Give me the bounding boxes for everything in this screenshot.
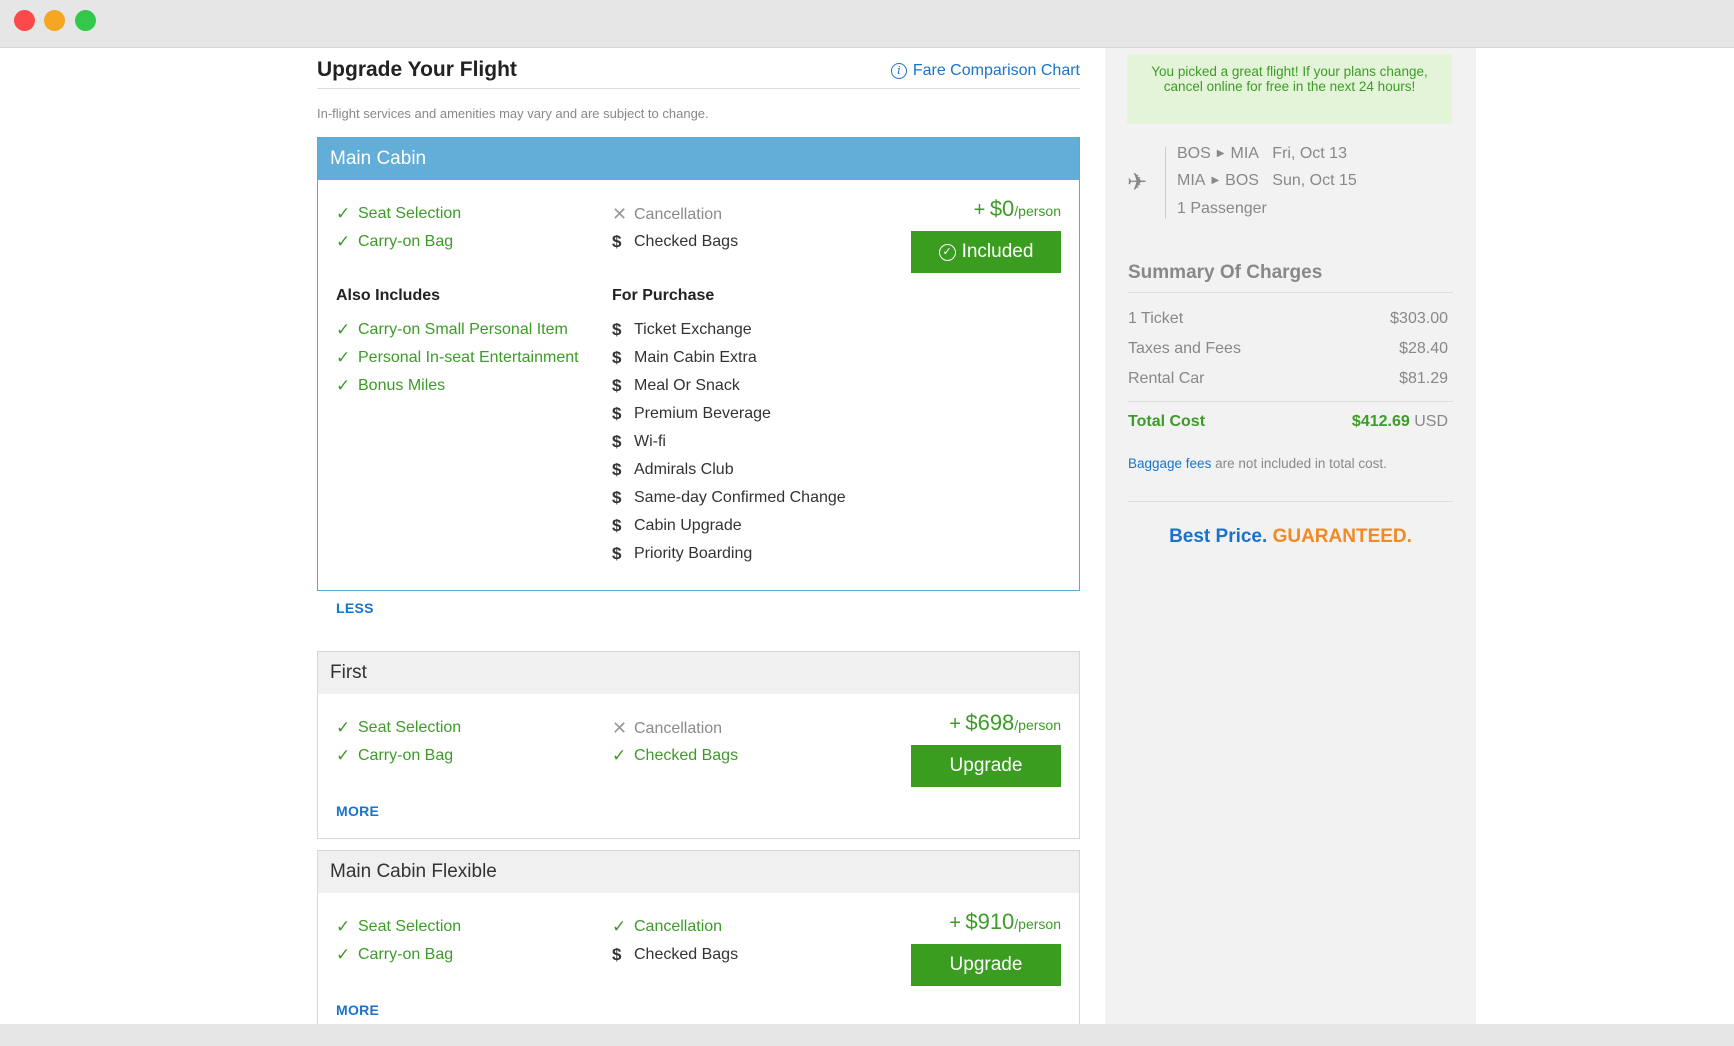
feature-checked-bags: ✓ Checked Bags — [612, 746, 739, 765]
title-divider — [317, 88, 1080, 89]
check-icon: ✓ — [336, 204, 351, 223]
x-icon: ✕ — [612, 204, 628, 224]
fare-price: + $698/person — [949, 710, 1061, 735]
close-window-button[interactable] — [14, 10, 35, 31]
check-icon: ✓ — [336, 917, 351, 936]
charge-row: Rental Car $81.29 — [1128, 370, 1448, 387]
fare-card-first: First ✓ Seat Selection ✓ Carry-on Bag ✕ Can… — [317, 651, 1080, 839]
feature-carry-on-bag: ✓ Carry-on Bag — [336, 746, 454, 765]
dollar-icon: $ — [612, 432, 622, 451]
guarantee-divider — [1128, 501, 1453, 502]
dollar-icon: $ — [612, 544, 622, 563]
feature-seat-selection: ✓ Seat Selection — [336, 204, 462, 223]
list-item: $ Cabin Upgrade — [612, 516, 742, 535]
window-bottom-bar — [0, 1024, 1734, 1046]
fare-price: + $0/person — [973, 196, 1061, 221]
feature-carry-on-bag: ✓ Carry-on Bag — [336, 945, 454, 964]
upgrade-button[interactable]: Upgrade — [911, 944, 1061, 986]
for-purchase-heading: For Purchase — [612, 287, 715, 304]
more-link[interactable]: MORE — [336, 803, 379, 819]
minimize-window-button[interactable] — [44, 10, 65, 31]
circle-check-icon: ✓ — [938, 243, 956, 261]
info-icon: i — [890, 63, 907, 79]
included-button[interactable]: ✓ Included — [911, 231, 1061, 273]
arrow-right-icon: ▶ — [1216, 148, 1225, 160]
dollar-icon: $ — [612, 516, 622, 535]
check-icon: ✓ — [336, 348, 351, 367]
dollar-icon: $ — [612, 404, 622, 423]
total-cost-row: Total Cost $412.69 USD — [1128, 413, 1448, 430]
itinerary-divider — [1165, 147, 1166, 219]
dollar-icon: $ — [612, 488, 622, 507]
fare-card-main-cabin-flexible: Main Cabin Flexible ✓ Seat Selection ✓ Car… — [317, 850, 1080, 1024]
check-icon: ✓ — [336, 320, 351, 339]
feature-seat-selection: ✓ Seat Selection — [336, 718, 462, 737]
list-item: $ Premium Beverage — [612, 404, 771, 423]
itinerary-leg-return: MIA ▶ BOS Sun, Oct 15 — [1177, 172, 1357, 189]
upgrade-panel: Upgrade Your Flight i Fare Comparison Ch… — [317, 48, 1080, 1024]
window-titlebar — [0, 0, 1734, 48]
also-includes-heading: Also Includes — [336, 287, 441, 304]
maximize-window-button[interactable] — [75, 10, 96, 31]
check-icon: ✓ — [612, 746, 627, 765]
dollar-icon: $ — [612, 376, 622, 395]
feature-cancellation: ✕ Cancellation — [612, 718, 723, 738]
list-item: $ Same-day Confirmed Change — [612, 488, 846, 507]
feature-checked-bags: $ Checked Bags — [612, 232, 739, 251]
list-item: $ Meal Or Snack — [612, 376, 740, 395]
itinerary-leg-outbound: BOS ▶ MIA Fri, Oct 13 — [1177, 145, 1347, 162]
dollar-icon: $ — [612, 320, 622, 339]
feature-checked-bags: $ Checked Bags — [612, 945, 739, 964]
check-icon: ✓ — [612, 917, 627, 936]
airplane-icon: ✈ — [1127, 169, 1148, 196]
feature-cancellation: ✓ Cancellation — [612, 917, 723, 936]
list-item: ✓ Bonus Miles — [336, 376, 446, 395]
list-item: $ Admirals Club — [612, 460, 734, 479]
feature-cancellation: ✕ Cancellation — [612, 204, 723, 224]
check-icon: ✓ — [336, 945, 351, 964]
trip-summary-sidebar: You picked a great flight! If your plans… — [1105, 48, 1476, 1024]
baggage-note: Baggage fees are not included in total c… — [1128, 456, 1387, 471]
fare-card-title: Main Cabin — [318, 138, 1079, 180]
best-price-guarantee: Best Price. GUARANTEED. — [1169, 526, 1412, 547]
total-divider — [1128, 401, 1453, 402]
upgrade-button[interactable]: Upgrade — [911, 745, 1061, 787]
fare-price: + $910/person — [949, 909, 1061, 934]
list-item: $ Main Cabin Extra — [612, 348, 757, 367]
fare-card-main-cabin: Main Cabin ✓ Seat Selection ✓ Carry-on Bag… — [317, 137, 1080, 616]
free-cancel-notice: You picked a great flight! If your plans… — [1127, 54, 1452, 124]
list-item: $ Wi-fi — [612, 432, 666, 451]
feature-seat-selection: ✓ Seat Selection — [336, 917, 462, 936]
feature-carry-on-bag: ✓ Carry-on Bag — [336, 232, 454, 251]
less-link[interactable]: LESS — [336, 600, 374, 616]
list-item: ✓ Personal In-seat Entertainment — [336, 348, 579, 367]
dollar-icon: $ — [612, 945, 622, 964]
passenger-count: 1 Passenger — [1177, 200, 1267, 217]
baggage-fees-link[interactable]: Baggage fees — [1128, 456, 1211, 471]
charge-row: 1 Ticket $303.00 — [1128, 310, 1448, 327]
dollar-icon: $ — [612, 348, 622, 367]
more-link[interactable]: MORE — [336, 1002, 379, 1018]
arrow-right-icon: ▶ — [1211, 175, 1220, 187]
dollar-icon: $ — [612, 232, 622, 251]
list-item: $ Priority Boarding — [612, 544, 753, 563]
summary-divider — [1128, 292, 1453, 293]
check-icon: ✓ — [336, 232, 351, 251]
summary-title: Summary Of Charges — [1128, 262, 1323, 283]
page-subtitle: In-flight services and amenities may var… — [317, 106, 709, 121]
fare-comparison-link[interactable]: i Fare Comparison Chart — [890, 62, 1080, 80]
list-item: $ Ticket Exchange — [612, 320, 752, 339]
charge-row: Taxes and Fees $28.40 — [1128, 340, 1448, 357]
list-item: ✓ Carry-on Small Personal Item — [336, 320, 568, 339]
page-title: Upgrade Your Flight — [317, 58, 517, 81]
check-icon: ✓ — [336, 746, 351, 765]
check-icon: ✓ — [336, 376, 351, 395]
x-icon: ✕ — [612, 718, 628, 738]
fare-card-title: First — [318, 652, 1079, 694]
dollar-icon: $ — [612, 460, 622, 479]
check-icon: ✓ — [336, 718, 351, 737]
fare-card-title: Main Cabin Flexible — [318, 851, 1079, 893]
fare-comparison-label: Fare Comparison Chart — [912, 62, 1080, 79]
